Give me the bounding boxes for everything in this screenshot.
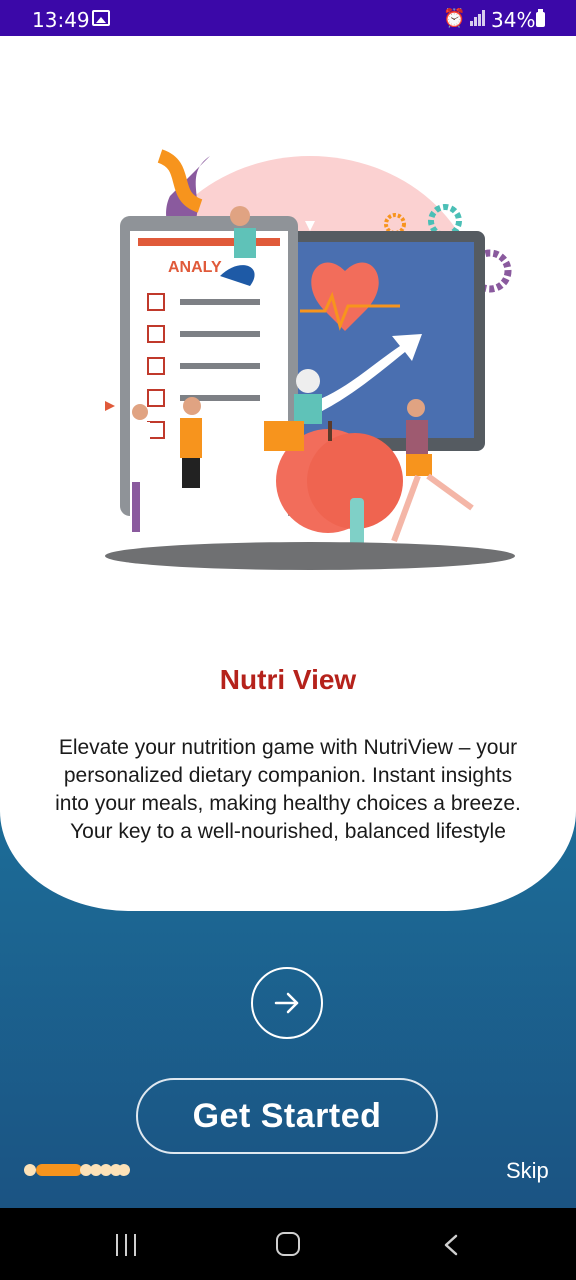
gallery-icon bbox=[92, 10, 110, 26]
page-dot-active bbox=[36, 1164, 82, 1176]
page-dot bbox=[24, 1164, 36, 1176]
recent-apps-icon[interactable] bbox=[114, 1234, 138, 1256]
skip-button[interactable]: Skip bbox=[506, 1158, 549, 1184]
onboarding-card: ANALY Nutri View Elevate your nutrition … bbox=[0, 36, 576, 911]
home-icon[interactable] bbox=[276, 1232, 300, 1256]
next-button[interactable] bbox=[251, 967, 323, 1039]
get-started-button[interactable]: Get Started bbox=[136, 1078, 438, 1154]
battery-percentage: 34% bbox=[491, 8, 536, 32]
battery-icon bbox=[536, 9, 545, 27]
navigation-bar bbox=[0, 1208, 576, 1280]
back-icon[interactable] bbox=[442, 1234, 462, 1256]
status-time: 13:49 bbox=[32, 8, 90, 32]
status-bar: 13:49 ⏰ 34% bbox=[0, 0, 576, 36]
nutrition-illustration: ANALY bbox=[105, 149, 515, 570]
app-title: Nutri View bbox=[219, 664, 357, 695]
app-description: Elevate your nutrition game with NutriVi… bbox=[55, 736, 521, 843]
illustration-label: ANALY bbox=[168, 259, 222, 276]
signal-icon bbox=[470, 10, 486, 26]
page-dot bbox=[118, 1164, 130, 1176]
alarm-icon: ⏰ bbox=[443, 8, 466, 29]
arrow-right-icon bbox=[274, 992, 299, 1014]
